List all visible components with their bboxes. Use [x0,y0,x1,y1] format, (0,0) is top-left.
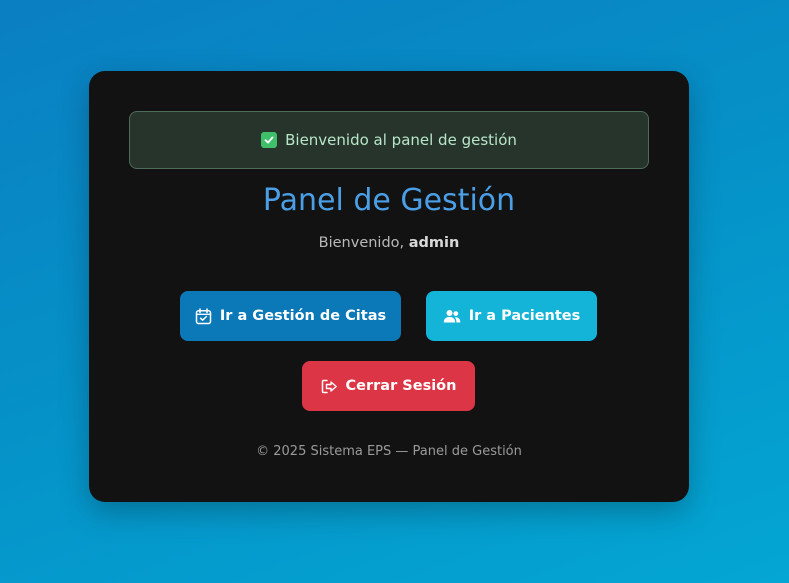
logout-label: Cerrar Sesión [345,378,457,394]
calendar-check-icon [195,307,212,325]
go-to-pacientes-button[interactable]: Ir a Pacientes [426,291,597,341]
dashboard-card: Bienvenido al panel de gestión Panel de … [89,71,689,502]
username: admin [408,235,460,251]
logout-button[interactable]: Cerrar Sesión [302,361,475,411]
welcome-text: Bienvenido, admin [89,235,689,251]
welcome-prefix: Bienvenido, [318,235,405,251]
go-to-citas-label: Ir a Gestión de Citas [219,308,387,324]
check-square-icon [261,132,278,148]
alert-message: Bienvenido al panel de gestión [285,131,517,149]
go-to-pacientes-label: Ir a Pacientes [468,308,581,324]
go-to-citas-button[interactable]: Ir a Gestión de Citas [180,291,401,341]
footer-text: © 2025 Sistema EPS — Panel de Gestión [256,444,522,459]
welcome-alert: Bienvenido al panel de gestión [129,111,649,169]
users-icon [443,309,461,324]
page-title: Panel de Gestión [262,183,516,218]
sign-out-icon [321,379,338,394]
